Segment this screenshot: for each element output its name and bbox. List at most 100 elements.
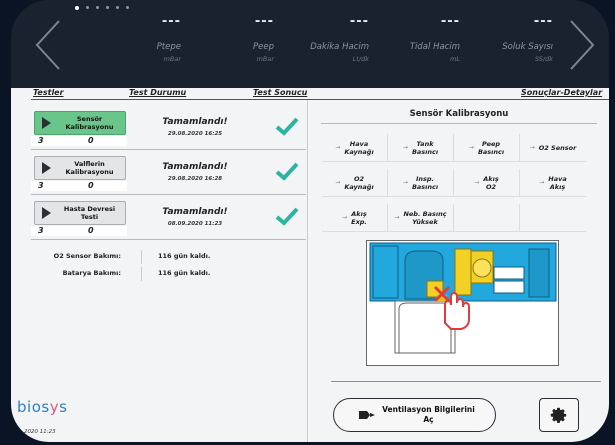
calibration-item-air-flow[interactable]: → Hava Akış bbox=[520, 169, 586, 197]
arrow-right-icon: → bbox=[402, 144, 408, 151]
calibration-item-empty bbox=[454, 204, 520, 232]
arrow-right-icon: → bbox=[335, 179, 341, 186]
calibration-item-o2-flow[interactable]: → Akış O2 bbox=[454, 169, 520, 197]
calibration-item-tank-pressure[interactable]: → Tank Basıncı bbox=[388, 134, 454, 162]
ventilator-module-image bbox=[369, 242, 557, 354]
calibration-item-exp-flow[interactable]: → Akış Exp. bbox=[322, 204, 388, 232]
logo-text: bios bbox=[17, 398, 50, 416]
status-text: Tamamlandı! bbox=[162, 207, 228, 217]
arrow-right-icon: → bbox=[474, 179, 480, 186]
test-counts: 3 0 bbox=[31, 136, 127, 146]
param-unit: Lt/dk bbox=[352, 55, 369, 63]
calibration-item-air-source[interactable]: → Hava Kaynağı bbox=[322, 134, 388, 162]
param-unit: mBar bbox=[256, 55, 274, 63]
open-ventilation-info-button[interactable]: Ventilasyon Bilgilerini Aç bbox=[333, 398, 496, 432]
param-name: Tidal Hacim bbox=[409, 42, 460, 52]
param-unit: mL bbox=[450, 55, 460, 63]
page-dot[interactable] bbox=[96, 6, 99, 9]
arrow-right-icon: → bbox=[539, 179, 545, 186]
param-soluk-sayisi: --- Soluk Sayısı SS/dk bbox=[453, 14, 553, 63]
count-a: 3 bbox=[38, 136, 44, 145]
device-diagram bbox=[366, 240, 559, 366]
test-panel: Testler Test Durumu Test Sonucu Sonuçlar… bbox=[11, 88, 609, 442]
calibration-item-peep-pressure[interactable]: → Peep Basıncı bbox=[454, 134, 520, 162]
count-b: 0 bbox=[88, 181, 94, 190]
ventilation-icon bbox=[354, 405, 380, 425]
status-date: 29.08.2020 16:25 bbox=[167, 131, 223, 137]
column-header-status: Test Durumu bbox=[129, 88, 187, 97]
parameter-header: --- Ptepe mBar --- Peep mBar --- Dakika … bbox=[11, 0, 609, 88]
chevron-right-icon bbox=[35, 112, 57, 134]
calibration-title: Sensör Kalibrasyonu bbox=[409, 109, 509, 119]
sensor-calibration-button[interactable]: Sensör Kalibrasyonu bbox=[34, 111, 126, 135]
param-tidal-hacim: --- Tidal Hacim mL bbox=[360, 14, 460, 63]
page-dot[interactable] bbox=[106, 6, 109, 9]
status-text: Tamamlandı! bbox=[162, 117, 228, 127]
check-icon bbox=[275, 162, 299, 181]
item-line: Hava bbox=[548, 174, 567, 183]
chevron-left-icon[interactable] bbox=[33, 18, 63, 72]
item-line: Neb. Basınç bbox=[403, 209, 447, 218]
system-datetime: 8. 2020 11:23 bbox=[17, 429, 56, 435]
item-line: Akış bbox=[351, 209, 367, 218]
param-name: Peep bbox=[253, 42, 274, 52]
param-unit: SS/dk bbox=[534, 55, 553, 63]
calibration-item-o2-sensor[interactable]: → O2 Sensor bbox=[520, 134, 586, 162]
patient-circuit-test-button[interactable]: Hasta Devresi Testi bbox=[34, 201, 126, 225]
settings-button[interactable] bbox=[539, 398, 579, 432]
count-b: 0 bbox=[88, 136, 94, 145]
item-line: Tank bbox=[416, 139, 434, 148]
arrow-right-icon: → bbox=[394, 214, 400, 221]
page-indicator bbox=[75, 6, 129, 10]
page-dot[interactable] bbox=[86, 6, 89, 9]
page-dot[interactable] bbox=[75, 6, 79, 10]
item-line: Basıncı bbox=[411, 147, 439, 156]
chevron-right-icon[interactable] bbox=[567, 18, 597, 72]
page-dot[interactable] bbox=[116, 6, 119, 9]
ventilator-screen: --- Ptepe mBar --- Peep mBar --- Dakika … bbox=[11, 0, 609, 442]
param-value: --- bbox=[254, 14, 274, 29]
test-counts: 3 0 bbox=[31, 181, 127, 191]
item-line: Akış bbox=[549, 182, 566, 191]
column-header-tests: Testler bbox=[33, 88, 64, 97]
item-line: O2 Sensor bbox=[538, 143, 577, 152]
column-header-details: Sonuçlar-Detaylar bbox=[521, 88, 603, 97]
biosys-logo: biosys bbox=[17, 398, 67, 416]
test-status: Tamamlandı! 29.08.2020 16:25 bbox=[145, 117, 245, 137]
calibration-item-o2-source[interactable]: → O2 Kaynağı bbox=[322, 169, 388, 197]
count-a: 3 bbox=[38, 226, 44, 235]
o2-sensor-maintenance: O2 Sensor Bakımı: 116 gün kaldı. bbox=[31, 250, 306, 266]
item-line: Kaynağı bbox=[344, 182, 374, 191]
param-value: --- bbox=[440, 14, 460, 29]
item-line: Akış bbox=[483, 174, 499, 183]
item-line: O2 bbox=[485, 182, 497, 191]
test-label: Valflerin Kalibrasyonu bbox=[65, 160, 114, 176]
valve-calibration-button[interactable]: Valflerin Kalibrasyonu bbox=[34, 156, 126, 180]
count-a: 3 bbox=[38, 181, 44, 190]
item-line: Kaynağı bbox=[344, 147, 374, 156]
arrow-right-icon: → bbox=[468, 144, 474, 151]
bottom-divider bbox=[331, 381, 601, 382]
param-name: Soluk Sayısı bbox=[502, 42, 553, 52]
calibration-item-neb-pressure[interactable]: → Neb. Basınç Yüksek bbox=[388, 204, 454, 232]
arrow-right-icon: → bbox=[342, 214, 348, 221]
status-date: 08.09.2020 11:23 bbox=[167, 221, 223, 227]
status-text: Tamamlandı! bbox=[162, 162, 228, 172]
param-value: --- bbox=[533, 14, 553, 29]
maintenance-value: 116 gün kaldı. bbox=[158, 252, 211, 260]
test-status: Tamamlandı! 08.09.2020 11:23 bbox=[145, 207, 245, 227]
item-line: Exp. bbox=[351, 217, 367, 226]
vertical-divider bbox=[307, 388, 308, 442]
maintenance-key: Batarya Bakımı: bbox=[62, 269, 121, 277]
item-line: Insp. bbox=[415, 174, 435, 183]
item-line: Hava bbox=[349, 139, 369, 148]
param-peep: --- Peep mBar bbox=[174, 14, 274, 63]
maintenance-divider bbox=[141, 250, 142, 264]
calibration-item-insp-pressure[interactable]: → Insp. Basıncı bbox=[388, 169, 454, 197]
column-header-result: Test Sonucu bbox=[253, 88, 308, 97]
header-divider bbox=[31, 99, 609, 100]
page-dot[interactable] bbox=[126, 6, 129, 9]
test-row: Valflerin Kalibrasyonu 3 0 Tamamlandı! 2… bbox=[31, 150, 306, 194]
item-line: Yüksek bbox=[412, 217, 438, 226]
item-line: Peep bbox=[481, 139, 501, 148]
